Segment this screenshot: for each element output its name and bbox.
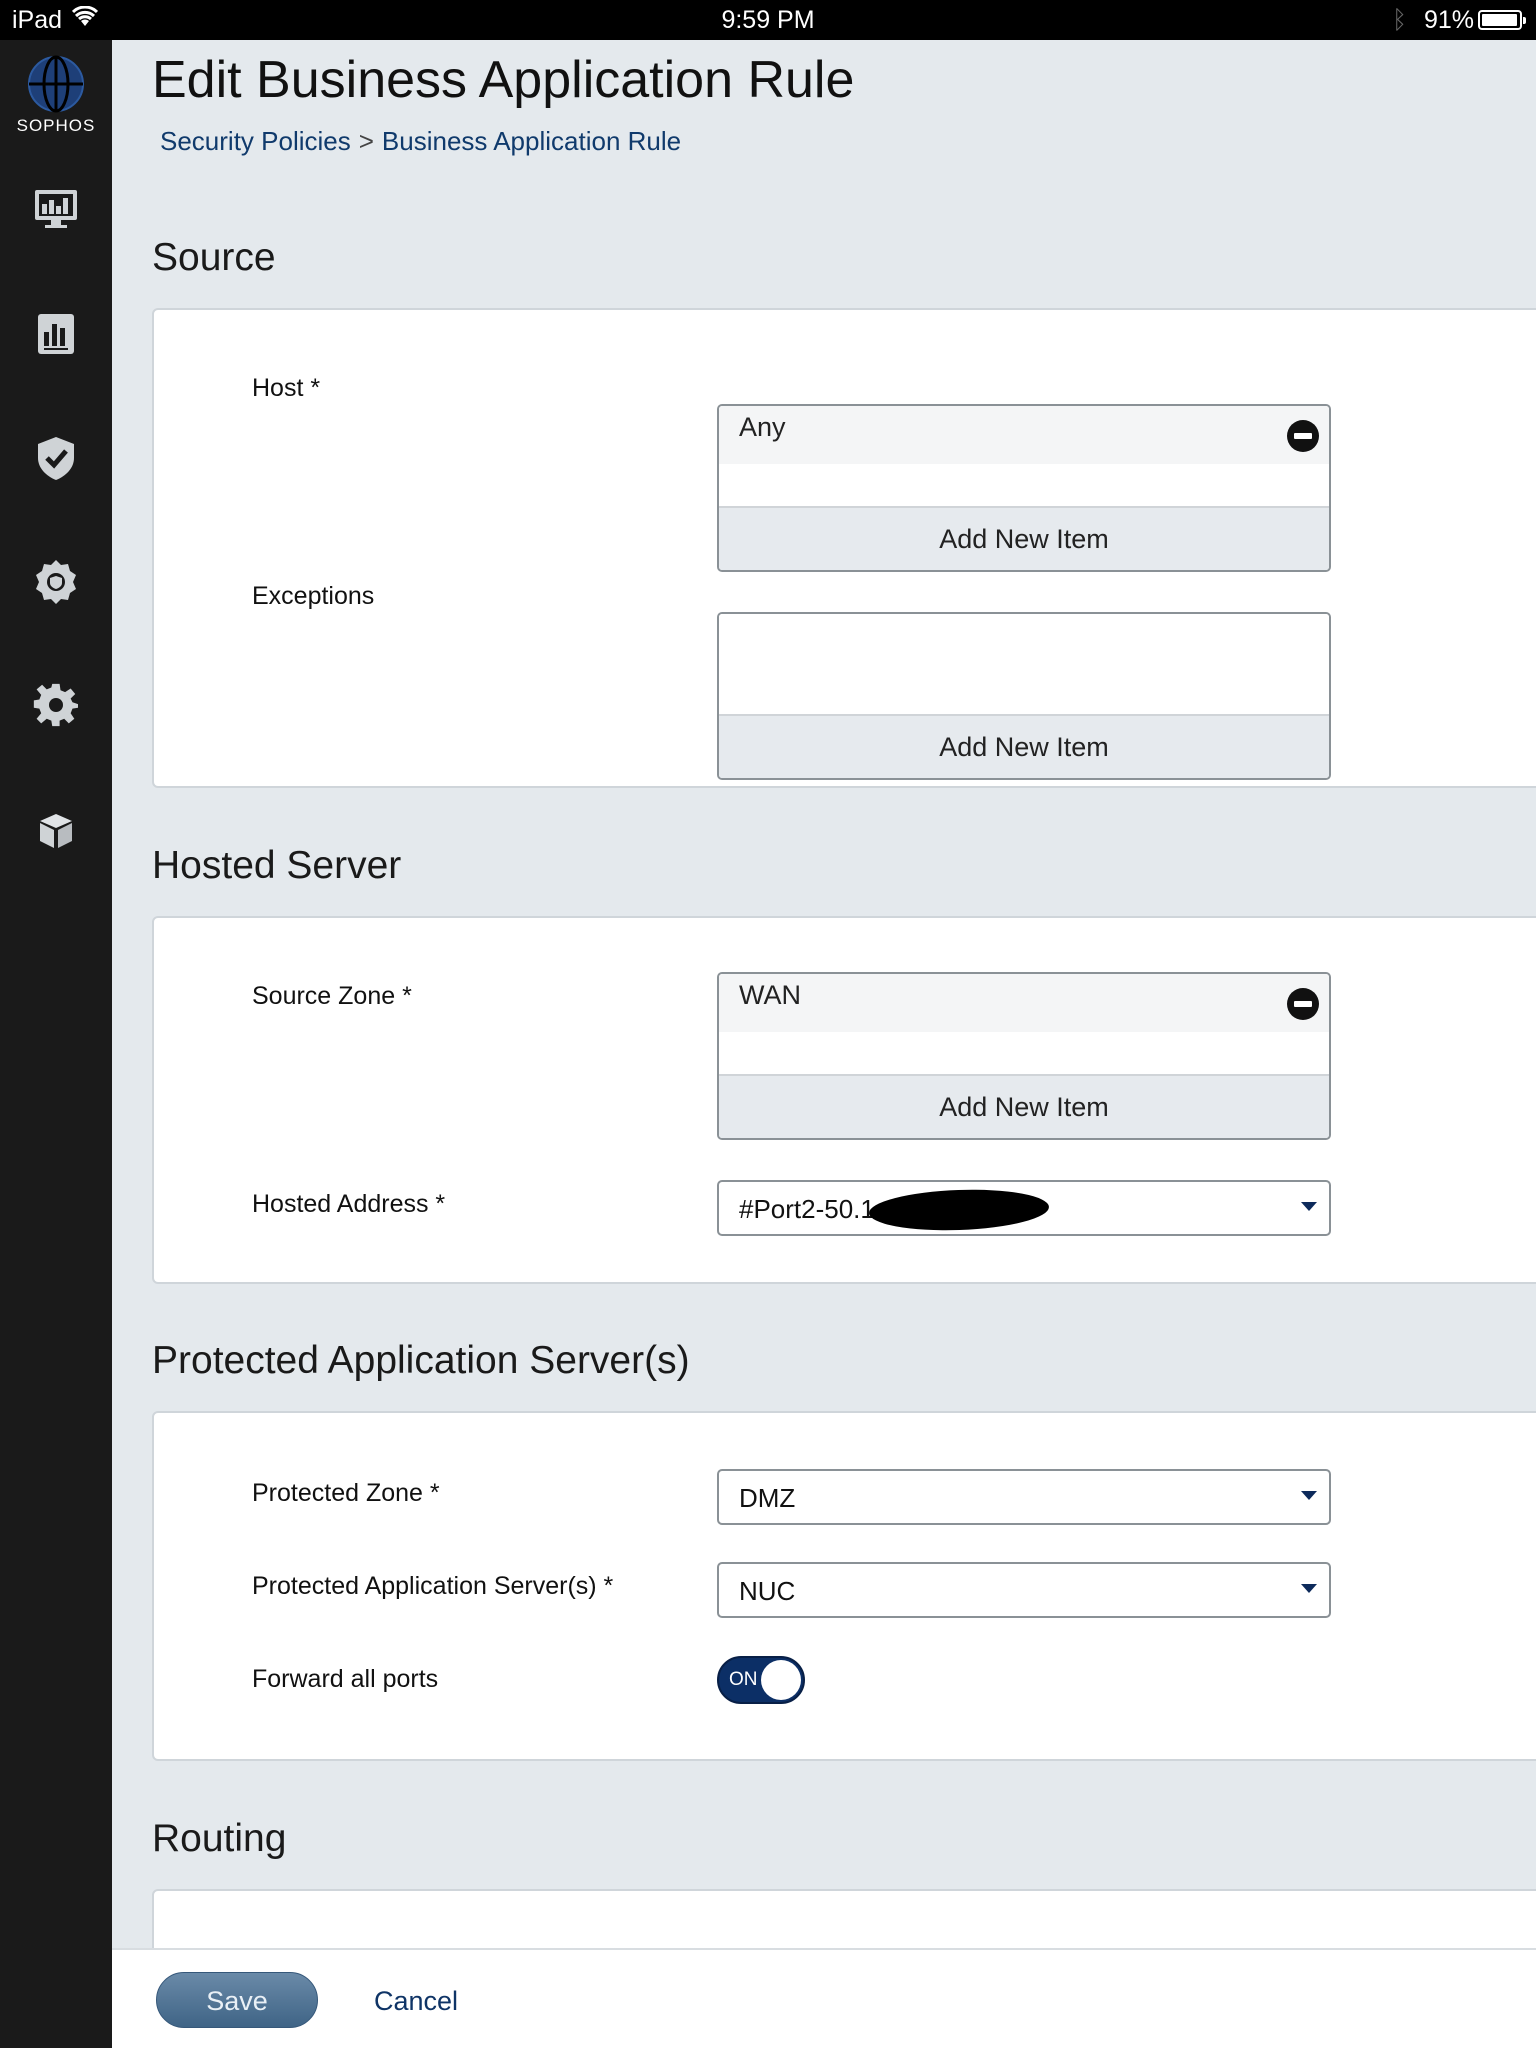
source-section-title: Source bbox=[152, 236, 276, 279]
source-zone-item-label: WAN bbox=[739, 980, 801, 1010]
protected-servers-label: Protected Application Server(s) * bbox=[252, 1572, 614, 1600]
add-host-button[interactable]: Add New Item bbox=[719, 508, 1329, 570]
host-item-any: Any bbox=[719, 406, 1329, 464]
sophos-logo[interactable]: SOPHOS bbox=[0, 54, 112, 136]
breadcrumb-separator: > bbox=[358, 126, 374, 156]
protected-card: Protected Zone * DMZ Protected Applicati… bbox=[152, 1411, 1536, 1761]
host-list: Any Add New Item bbox=[717, 404, 1331, 572]
sidebar: SOPHOS bbox=[0, 40, 112, 2048]
battery-percent: 91% bbox=[1424, 6, 1475, 34]
protected-servers-select[interactable]: NUC bbox=[717, 1562, 1331, 1618]
main-content: Edit Business Application Rule Security … bbox=[112, 40, 1536, 2048]
redaction-mark bbox=[868, 1186, 1050, 1234]
protected-section-title: Protected Application Server(s) bbox=[152, 1339, 690, 1382]
breadcrumb: Security Policies > Business Application R… bbox=[160, 126, 681, 157]
hosted-server-card: Source Zone * WAN Add New Item Hosted Ad… bbox=[152, 916, 1536, 1284]
routing-section-title: Routing bbox=[152, 1817, 287, 1860]
protected-zone-value: DMZ bbox=[739, 1483, 796, 1513]
forward-all-ports-label: Forward all ports bbox=[252, 1665, 439, 1693]
source-zone-item-wan: WAN bbox=[719, 974, 1329, 1032]
toggle-state-label: ON bbox=[729, 1669, 758, 1690]
add-source-zone-button[interactable]: Add New Item bbox=[719, 1076, 1329, 1138]
reports-icon[interactable] bbox=[32, 310, 80, 358]
cancel-button[interactable]: Cancel bbox=[374, 1986, 458, 2017]
page-title: Edit Business Application Rule bbox=[152, 51, 855, 109]
host-label: Host * bbox=[252, 374, 321, 402]
hosted-server-section-title: Hosted Server bbox=[152, 844, 402, 887]
protected-zone-select[interactable]: DMZ bbox=[717, 1469, 1331, 1525]
bluetooth-icon: ᛒ bbox=[1392, 6, 1408, 34]
exceptions-list-blank bbox=[719, 614, 1329, 716]
form-footer: Save Cancel bbox=[112, 1948, 1536, 2048]
protected-zone-label: Protected Zone * bbox=[252, 1479, 440, 1507]
add-exception-button[interactable]: Add New Item bbox=[719, 716, 1329, 778]
hosted-address-value: #Port2-50.1 bbox=[739, 1194, 875, 1224]
chevron-down-icon bbox=[1301, 1491, 1317, 1500]
hosted-address-label: Hosted Address * bbox=[252, 1190, 446, 1218]
source-zone-list: WAN Add New Item bbox=[717, 972, 1331, 1140]
breadcrumb-security-policies[interactable]: Security Policies bbox=[160, 126, 351, 156]
remove-source-zone-icon[interactable] bbox=[1287, 988, 1319, 1020]
toggle-knob bbox=[761, 1660, 801, 1700]
host-list-blank bbox=[719, 464, 1329, 508]
globe-icon bbox=[28, 55, 84, 113]
brand-name: SOPHOS bbox=[16, 116, 96, 135]
source-card: Host * Any Add New Item Exceptions Add N… bbox=[152, 308, 1536, 788]
exceptions-label: Exceptions bbox=[252, 582, 375, 610]
hosted-address-select[interactable]: #Port2-50.1 bbox=[717, 1180, 1331, 1236]
save-button[interactable]: Save bbox=[156, 1972, 318, 2028]
source-zone-list-blank bbox=[719, 1032, 1329, 1076]
exceptions-list: Add New Item bbox=[717, 612, 1331, 780]
monitor-dashboard-icon[interactable] bbox=[32, 184, 80, 232]
forward-all-ports-toggle[interactable]: ON bbox=[717, 1656, 805, 1704]
shield-check-icon[interactable] bbox=[32, 434, 80, 482]
protected-servers-value: NUC bbox=[739, 1576, 796, 1606]
source-zone-label: Source Zone * bbox=[252, 982, 412, 1010]
breadcrumb-business-application-rule[interactable]: Business Application Rule bbox=[382, 126, 681, 156]
box-icon[interactable] bbox=[32, 806, 80, 854]
host-item-label: Any bbox=[739, 412, 786, 442]
clock: 9:59 PM bbox=[721, 6, 815, 34]
remove-host-icon[interactable] bbox=[1287, 420, 1319, 452]
chevron-down-icon bbox=[1301, 1584, 1317, 1593]
protection-gear-icon[interactable] bbox=[32, 558, 80, 606]
settings-gear-icon[interactable] bbox=[32, 682, 80, 730]
battery-icon bbox=[1478, 10, 1526, 30]
chevron-down-icon bbox=[1301, 1202, 1317, 1211]
status-bar: iPad 9:59 PM ᛒ 91% bbox=[0, 0, 1536, 40]
